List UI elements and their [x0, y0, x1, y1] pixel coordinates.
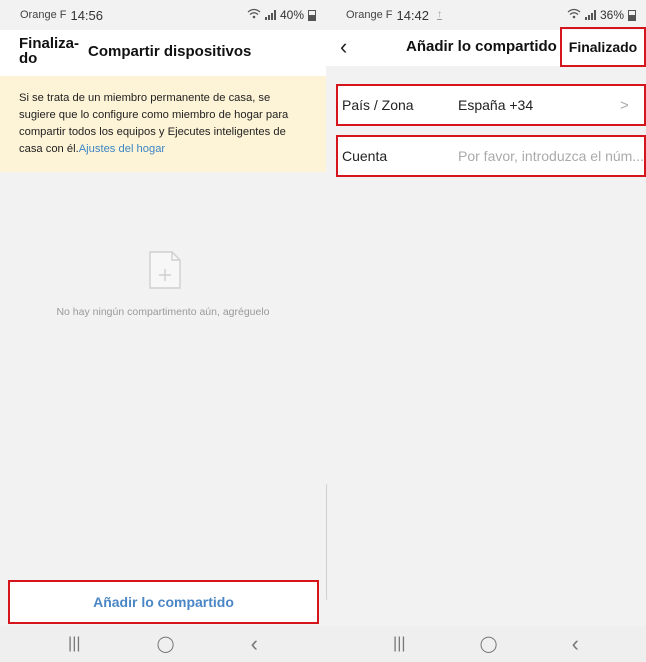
system-nav-bar: ||| ◯ ‹ [326, 626, 646, 662]
notice-banner: Si se trata de un miembro permanente de … [0, 76, 326, 172]
empty-state: No hay ningún compartimento aún, agrégue… [0, 172, 326, 578]
battery-icon [628, 9, 636, 21]
left-screen: Orange F 14:56 40% Finaliza-do Compartir… [0, 0, 326, 662]
status-icons: 36% [567, 8, 636, 22]
signal-icon [584, 10, 596, 20]
finalizado-button[interactable]: Finaliza-do [19, 36, 79, 66]
header: ‹ Añadir lo compartido Finalizado [326, 27, 646, 67]
clock: 14:56 [70, 7, 104, 23]
clock: 14:42 [396, 7, 430, 23]
carrier-label: Orange F [20, 9, 67, 21]
add-share-button[interactable]: Añadir lo compartido [8, 580, 319, 624]
back-nav-icon[interactable]: ‹ [251, 631, 258, 657]
status-bar: Orange F 14:56 40% [0, 0, 326, 30]
battery-percent: 40% [279, 8, 304, 22]
status-bar: Orange F 14:42 ↑ 36% [326, 0, 646, 30]
carrier-label: Orange F [346, 9, 393, 21]
account-input[interactable]: Por favor, introduzca el núm... [458, 148, 644, 164]
system-nav-bar: ||| ◯ ‹ [0, 626, 326, 662]
account-label: Cuenta [342, 148, 388, 164]
home-icon[interactable]: ◯ [480, 634, 498, 654]
wifi-icon [247, 8, 261, 22]
signal-icon [264, 10, 276, 20]
status-icons: 40% [247, 8, 316, 22]
chevron-right-icon: > [620, 96, 629, 114]
scroll-indicator [326, 484, 328, 600]
back-nav-icon[interactable]: ‹ [572, 631, 579, 657]
country-zone-label: País / Zona [342, 97, 414, 113]
home-icon[interactable]: ◯ [157, 634, 175, 654]
account-row: Cuenta Por favor, introduzca el núm... [336, 135, 646, 177]
battery-percent: 36% [599, 8, 624, 22]
country-zone-value: España +34 [458, 97, 534, 113]
recents-icon[interactable]: ||| [68, 635, 80, 653]
upload-icon: ↑ [437, 9, 443, 20]
country-zone-row[interactable]: País / Zona España +34 > [336, 84, 646, 126]
recents-icon[interactable]: ||| [393, 635, 405, 653]
header: Finaliza-do Compartir dispositivos [0, 30, 326, 76]
battery-icon [308, 9, 316, 21]
home-settings-link[interactable]: Ajustes del hogar [79, 143, 165, 155]
empty-message: No hay ningún compartimento aún, agrégue… [56, 306, 270, 318]
page-title: Compartir dispositivos [88, 43, 252, 60]
page-title: Añadir lo compartido [406, 38, 557, 55]
right-screen: Orange F 14:42 ↑ 36% ‹ Añadir lo compart… [326, 0, 646, 662]
finalizado-button[interactable]: Finalizado [560, 27, 646, 67]
add-file-icon [149, 251, 181, 289]
wifi-icon [567, 8, 581, 22]
back-arrow-icon[interactable]: ‹ [340, 34, 347, 60]
